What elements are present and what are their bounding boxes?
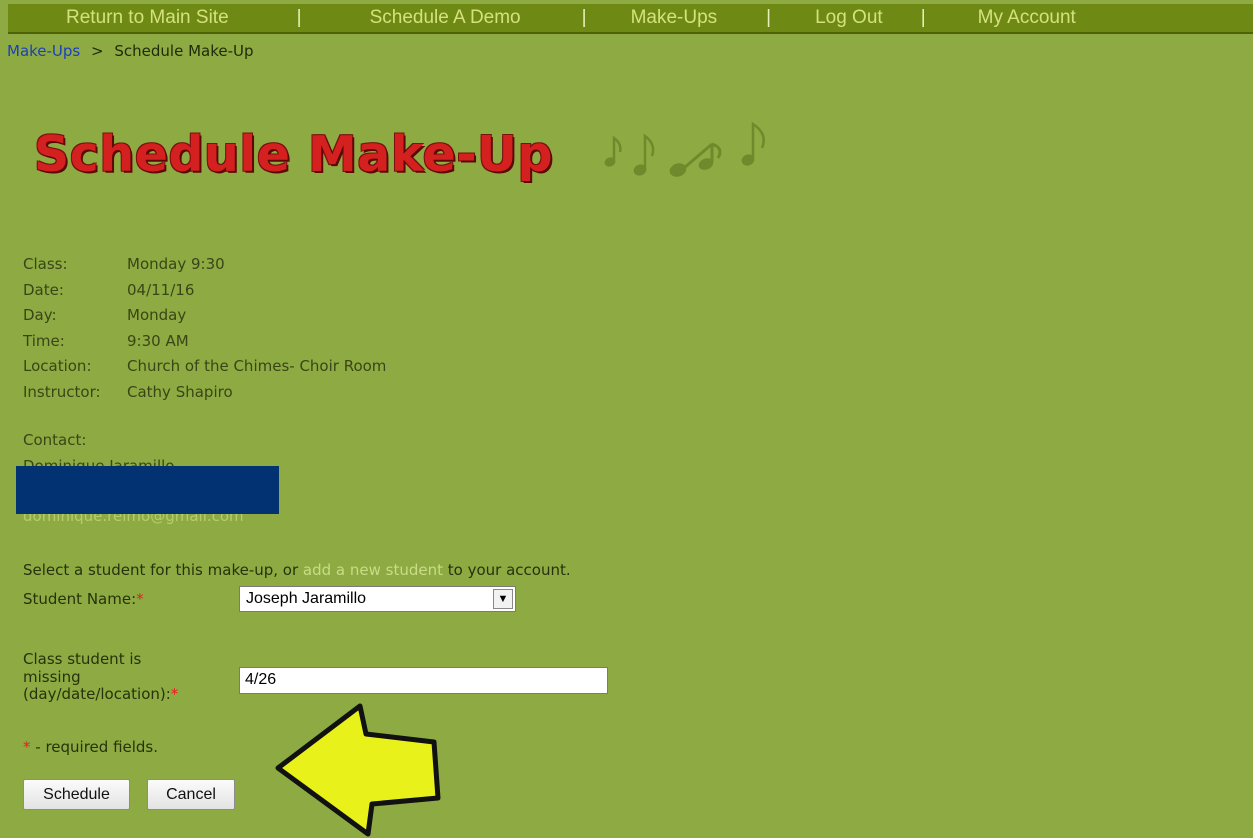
nav-separator: | [920,7,926,28]
student-name-label: Student Name:* [23,590,144,608]
day-label: Day: [23,306,57,324]
cancel-button[interactable]: Cancel [147,779,235,810]
missing-label-line-1: Class student is [23,650,142,668]
chevron-down-icon[interactable]: ▼ [493,589,513,609]
nav-separator: | [296,7,302,28]
class-value: Monday 9:30 [127,255,225,273]
nav-return-to-main-site[interactable]: Return to Main Site [66,7,229,29]
required-asterisk: * [23,738,31,756]
nav-separator: | [766,7,772,28]
required-asterisk: * [170,685,179,703]
prompt-text-after: to your account. [443,561,571,579]
page-title: Schedule Make-Up [34,126,554,183]
required-asterisk: * [136,590,144,608]
class-label: Class: [23,255,68,273]
music-notes-icon [604,121,765,177]
day-value: Monday [127,306,187,324]
instructor-value: Cathy Shapiro [127,382,233,401]
location-label: Location: [23,357,92,375]
legend-text: - required fields. [30,738,159,756]
breadcrumb-link-make-ups[interactable]: Make-Ups [7,42,80,60]
location-value: Church of the Chimes- Choir Room [127,357,387,375]
missing-class-label: Class student is missing (day/date/locat… [23,650,233,704]
date-value: 04/11/16 [127,280,195,299]
schedule-button[interactable]: Schedule [23,779,130,810]
breadcrumb: Make-Ups > Schedule Make-Up [7,42,254,60]
nav-my-account[interactable]: My Account [978,7,1076,29]
contact-label: Contact: [23,431,87,449]
student-selected-value: Joseph Jaramillo [246,590,367,607]
date-label: Date: [23,280,64,299]
time-label: Time: [23,331,65,350]
student-name-select[interactable]: Joseph Jaramillo ▼ [239,586,516,612]
missing-class-input[interactable]: 4/26 [239,667,608,694]
time-value: 9:30 AM [127,331,189,350]
breadcrumb-separator: > [91,42,104,60]
breadcrumb-current: Schedule Make-Up [114,42,254,60]
top-navigation: Return to Main Site | Schedule A Demo | … [8,4,1253,34]
add-new-student-link[interactable]: add a new student [303,561,443,579]
nav-schedule-a-demo[interactable]: Schedule A Demo [370,7,521,29]
class-details: Class: Monday 9:30 Date: 04/11/16 Day: Mond… [23,252,386,405]
yellow-arrow-icon [275,703,441,837]
prompt-text-before: Select a student for this make-up, or [23,561,303,579]
missing-label-line-3: (day/date/location): [23,685,171,703]
select-student-prompt: Select a student for this make-up, or ad… [23,561,571,579]
student-name-label-text: Student Name: [23,590,137,608]
nav-log-out[interactable]: Log Out [815,7,883,29]
nav-make-ups[interactable]: Make-Ups [631,7,718,29]
missing-label-line-2: missing [23,667,81,686]
instructor-label: Instructor: [23,382,101,401]
redaction-box [16,466,279,514]
required-fields-legend: * - required fields. [23,738,158,756]
nav-separator: | [581,7,587,28]
